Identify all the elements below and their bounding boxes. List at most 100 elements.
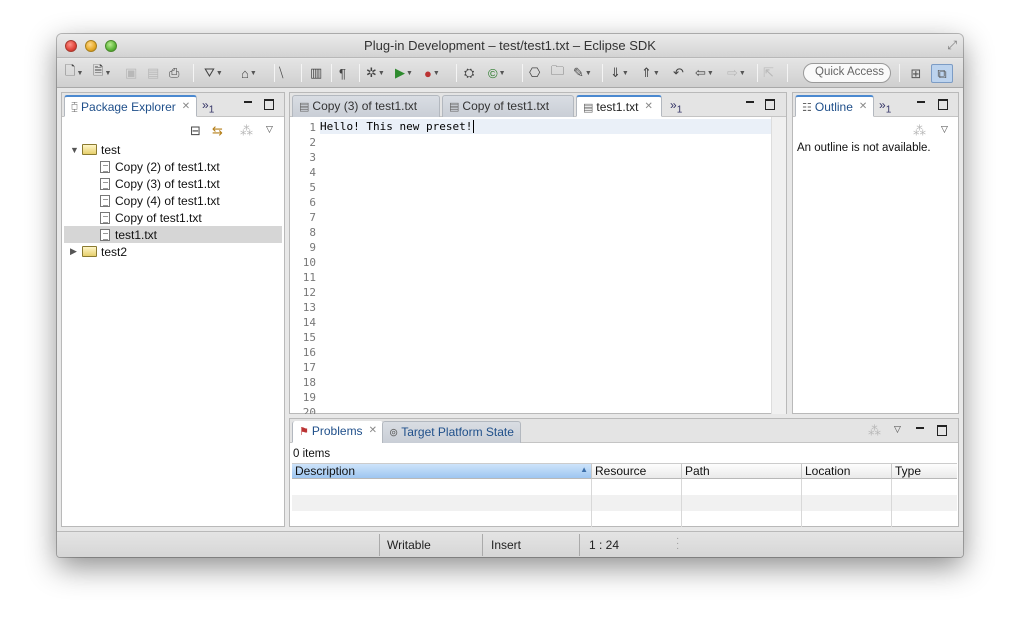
close-tab-icon[interactable]: ✕ xyxy=(182,101,190,112)
tab-target-platform-state[interactable]: ⊚ Target Platform State xyxy=(382,421,521,443)
column-header-description[interactable]: Description ▲ xyxy=(292,464,592,479)
minimize-editor-button[interactable] xyxy=(744,98,756,107)
open-console-button[interactable]: ▥ xyxy=(310,63,322,83)
minimize-view-button[interactable] xyxy=(915,98,927,107)
new-wizard-button[interactable]: 🗋 ▼ xyxy=(65,63,83,83)
tab-overflow-indicator[interactable]: »1 xyxy=(202,98,214,115)
expanded-twisty-icon[interactable]: ▼ xyxy=(70,145,82,155)
column-header-location[interactable]: Location xyxy=(802,464,892,479)
overflow-count: 1 xyxy=(208,104,215,116)
tab-overflow-indicator[interactable]: »1 xyxy=(670,98,682,115)
plugin-development-perspective-button[interactable]: ⧉ xyxy=(931,64,953,83)
link-with-editor-button[interactable]: ⇆ xyxy=(212,121,223,141)
dropdown-arrow-icon[interactable]: ▼ xyxy=(499,70,506,77)
editor-tab[interactable]: ▤ Copy (3) of test1.txt xyxy=(292,95,440,117)
editor-tab-active[interactable]: ▤ test1.txt ✕ xyxy=(576,95,662,117)
minimize-view-button[interactable] xyxy=(914,424,926,433)
status-drag-handle[interactable]: · · · xyxy=(676,534,679,554)
tab-label: Problems xyxy=(311,424,363,438)
link-with-editor-icon: ⇆ xyxy=(212,123,223,138)
tree-item-test2[interactable]: ▶ test2 xyxy=(70,243,127,260)
tree-item-file[interactable]: Copy (2) of test1.txt xyxy=(100,158,220,175)
problems-panel: ⚑ Problems ✕ ⊚ Target Platform State ⁂ ▽… xyxy=(289,418,959,527)
debug-button[interactable]: ✲ ▼ xyxy=(366,63,385,83)
close-tab-icon[interactable]: ✕ xyxy=(859,101,867,112)
skip-breakpoints-button[interactable]: ⧹ xyxy=(279,63,283,83)
view-menu-button[interactable]: ▽ xyxy=(266,119,273,139)
show-whitespace-button[interactable]: ¶ xyxy=(339,63,346,83)
fullscreen-icon[interactable]: ⤢ xyxy=(947,38,957,53)
quick-access-field[interactable]: Quick Access xyxy=(803,63,891,83)
close-tab-icon[interactable]: ✕ xyxy=(369,425,377,436)
next-annotation-button[interactable]: ⇓ ▼ xyxy=(610,63,629,83)
column-header-resource[interactable]: Resource xyxy=(592,464,682,479)
dropdown-arrow-icon[interactable]: ▼ xyxy=(739,70,746,77)
open-perspective-button[interactable]: ⊞ xyxy=(905,64,927,83)
tab-package-explorer[interactable]: ⧮ Package Explorer ✕ xyxy=(64,95,198,117)
collapse-all-button[interactable]: ⊟ xyxy=(190,121,201,141)
previous-annotation-button[interactable]: ⇑ ▼ xyxy=(641,63,660,83)
new-java-class-button[interactable]: © ▼ xyxy=(488,63,506,83)
focus-task-button[interactable]: ⁂ xyxy=(868,421,881,441)
dropdown-arrow-icon[interactable]: ▼ xyxy=(104,70,111,77)
text-file-icon: ▤ xyxy=(583,102,594,114)
external-tools-button[interactable]: ● ▼ xyxy=(424,63,440,83)
dropdown-arrow-icon[interactable]: ▼ xyxy=(653,70,660,77)
run-button[interactable]: ▶ ▼ xyxy=(395,63,413,83)
tree-item-label: test1.txt xyxy=(115,227,158,242)
new-project-button[interactable]: 🗎 ▼ xyxy=(93,63,111,83)
last-edit-icon: ↶ xyxy=(673,65,684,80)
save-all-button[interactable]: ▤ xyxy=(147,63,159,83)
dropdown-arrow-icon[interactable]: ▼ xyxy=(622,70,629,77)
tab-problems[interactable]: ⚑ Problems ✕ xyxy=(292,421,384,443)
new-plugin-button[interactable]: ⛭ xyxy=(464,63,474,83)
focus-task-button[interactable]: ⁂ xyxy=(913,121,926,141)
view-menu-button[interactable]: ▽ xyxy=(941,119,948,139)
save-button[interactable]: ▣ xyxy=(125,63,137,83)
toolbar-separator xyxy=(331,64,332,82)
dropdown-arrow-icon[interactable]: ▼ xyxy=(378,70,385,77)
tree-item-label: Copy (2) of test1.txt xyxy=(115,159,220,174)
editor-tab[interactable]: ▤ Copy of test1.txt xyxy=(442,95,574,117)
export-button[interactable]: ⌂ ▼ xyxy=(241,63,257,83)
dropdown-arrow-icon[interactable]: ▼ xyxy=(76,70,83,77)
editor-text-area[interactable]: Hello! This new preset! xyxy=(320,120,475,133)
debug-bug-icon: ✲ xyxy=(366,65,377,80)
pin-editor-button[interactable]: ⇱ xyxy=(763,63,774,83)
tree-item-file[interactable]: Copy of test1.txt xyxy=(100,209,202,226)
overview-ruler[interactable] xyxy=(771,117,786,414)
open-folder-button[interactable]: 🗀 xyxy=(551,63,564,83)
tab-outline[interactable]: ☷ Outline ✕ xyxy=(795,95,875,117)
view-menu-button[interactable]: ▽ xyxy=(894,419,901,439)
collapsed-twisty-icon[interactable]: ▶ xyxy=(70,246,82,257)
build-button[interactable]: ⛛ ▼ xyxy=(204,63,223,83)
line-number: 8 xyxy=(309,226,316,239)
print-button[interactable]: ⎙ xyxy=(169,63,179,83)
tree-item-file[interactable]: Copy (3) of test1.txt xyxy=(100,175,220,192)
dropdown-arrow-icon[interactable]: ▼ xyxy=(585,70,592,77)
column-header-type[interactable]: Type xyxy=(892,464,957,479)
tree-item-label: test xyxy=(101,142,121,157)
dropdown-arrow-icon[interactable]: ▼ xyxy=(433,70,440,77)
tab-label: Copy of test1.txt xyxy=(462,99,550,113)
dropdown-arrow-icon[interactable]: ▼ xyxy=(707,70,714,77)
search-button[interactable]: ✎ ▼ xyxy=(573,63,592,83)
tree-item-test[interactable]: ▼ test xyxy=(70,141,120,158)
external-tools-icon: ● xyxy=(424,65,432,81)
package-explorer-icon: ⧮ xyxy=(71,101,79,113)
forward-button[interactable]: ⇨ ▼ xyxy=(727,63,746,83)
last-edit-location-button[interactable]: ↶ xyxy=(673,63,684,83)
back-button[interactable]: ⇦ ▼ xyxy=(695,63,714,83)
minimize-view-button[interactable] xyxy=(242,98,254,107)
column-header-path[interactable]: Path xyxy=(682,464,802,479)
dropdown-arrow-icon[interactable]: ▼ xyxy=(250,70,257,77)
dropdown-arrow-icon[interactable]: ▼ xyxy=(216,70,223,77)
tree-item-file-selected[interactable]: test1.txt xyxy=(64,226,282,243)
dropdown-arrow-icon[interactable]: ▼ xyxy=(406,70,413,77)
tab-overflow-indicator[interactable]: »1 xyxy=(879,98,891,115)
tab-label: Copy (3) of test1.txt xyxy=(312,99,418,113)
close-tab-icon[interactable]: ✕ xyxy=(644,101,652,112)
tree-item-file[interactable]: Copy (4) of test1.txt xyxy=(100,192,220,209)
open-type-button[interactable]: ⎔ xyxy=(529,63,540,83)
focus-task-button[interactable]: ⁂ xyxy=(240,121,253,141)
